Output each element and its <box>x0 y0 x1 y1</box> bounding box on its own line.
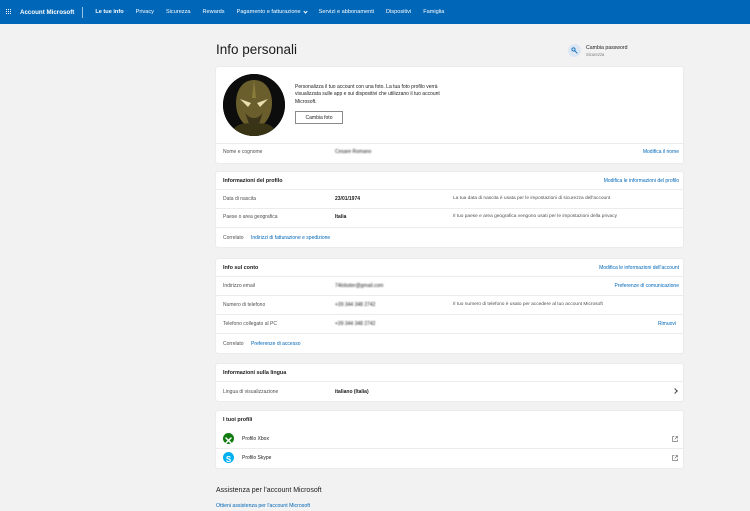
nav-famiglia[interactable]: Famiglia <box>417 9 450 15</box>
phone-label: Numero di telefono <box>223 302 266 308</box>
nav-sicurezza[interactable]: Sicurezza <box>160 9 197 15</box>
country-value: Italia <box>335 214 347 220</box>
avatar <box>223 74 285 136</box>
account-info-heading: Info sul conto <box>223 265 259 271</box>
display-language-label: Lingua di visualizzazione <box>223 389 279 395</box>
country-desc: Il tuo paese e area geografica vengono u… <box>453 214 617 219</box>
app-launcher-icon[interactable] <box>0 0 18 24</box>
name-label: Nome e cognome <box>223 149 263 155</box>
divider <box>216 314 683 315</box>
page-title: Info personali <box>216 42 298 57</box>
phone-value: +39 344 348 2742 <box>335 302 376 308</box>
profile-photo-intro: Personalizza il tuo account con una foto… <box>295 84 440 105</box>
change-password-sub: Sicurezza <box>586 51 605 57</box>
xbox-profile-row[interactable]: Profilo Xbox <box>216 429 683 448</box>
divider <box>216 227 683 228</box>
sign-in-preferences-link[interactable]: Preferenze di accesso <box>251 341 300 347</box>
language-heading: Informazioni sulla lingua <box>223 370 287 376</box>
divider <box>216 189 683 190</box>
change-password-link[interactable]: Cambia password Sicurezza <box>568 44 628 57</box>
xbox-profile-label: Profilo Xbox <box>242 436 269 442</box>
nav-dispositivi[interactable]: Dispositivi <box>380 9 417 15</box>
birth-date-label: Data di nascita <box>223 196 257 202</box>
skype-icon: S <box>223 452 234 464</box>
name-value: Cesare Romano <box>335 149 372 155</box>
email-label: Indirizzo email <box>223 283 255 289</box>
change-photo-button[interactable]: Cambia foto <box>295 111 343 124</box>
skype-profile-label: Profilo Skype <box>242 455 272 461</box>
email-value: 74lobster@gmail.com <box>335 283 384 289</box>
pc-phone-value: +39 344 348 2742 <box>335 321 376 327</box>
nav-pagamento[interactable]: Pagamento e fatturazione <box>231 8 313 15</box>
profile-card: Personalizza il tuo account con una foto… <box>216 67 683 163</box>
language-card: Informazioni sulla lingua Lingua di visu… <box>216 364 683 401</box>
chevron-down-icon <box>303 8 308 14</box>
nav-servizi[interactable]: Servizi e abbonamenti <box>313 9 380 15</box>
edit-profile-info-link[interactable]: Modifica le informazioni del profilo <box>604 178 679 184</box>
change-password-label: Cambia password <box>586 44 628 51</box>
brand-title[interactable]: Account Microsoft <box>18 9 82 16</box>
related-label: Correlato <box>223 341 244 347</box>
nav-le-tue-info[interactable]: Le tue info <box>89 9 129 15</box>
display-language-value: italiano (Italia) <box>335 389 369 395</box>
nav-pagamento-label: Pagamento e fatturazione <box>236 9 301 15</box>
xbox-icon <box>223 433 234 444</box>
divider <box>216 333 683 334</box>
nav-rewards[interactable]: Rewards <box>197 9 231 15</box>
skype-profile-row[interactable]: S Profilo Skype <box>216 449 683 468</box>
external-link-icon <box>672 436 678 442</box>
edit-account-info-link[interactable]: Modifica le informazioni dell'account <box>599 265 679 271</box>
chevron-right-icon <box>672 388 678 394</box>
nav-privacy[interactable]: Privacy <box>130 9 160 15</box>
divider <box>216 143 683 144</box>
divider <box>216 208 683 209</box>
divider <box>216 276 683 277</box>
nav-divider <box>82 6 84 18</box>
support-link[interactable]: Ottieni assistenza per l'account Microso… <box>216 503 310 509</box>
pc-phone-label: Telefono collegato al PC <box>223 321 277 327</box>
related-label: Correlato <box>223 235 244 241</box>
birth-date-value: 23/01/1974 <box>335 196 361 202</box>
support-heading: Assistenza per l'account Microsoft <box>216 487 322 494</box>
divider <box>216 295 683 296</box>
remove-link[interactable]: Rimuovi <box>658 321 676 327</box>
account-info-card: Info sul conto Modifica le informazioni … <box>216 259 683 353</box>
billing-addresses-link[interactable]: Indirizzi di fatturazione e spedizione <box>251 235 330 241</box>
birth-date-desc: La tua data di nascita è usata per le im… <box>453 196 611 201</box>
top-navigation-bar: Account Microsoft Le tue info Privacy Si… <box>0 0 750 24</box>
profile-info-card: Informazioni del profilo Modifica le inf… <box>216 172 683 247</box>
profiles-heading: I tuoi profili <box>223 417 253 423</box>
profiles-card: I tuoi profili Profilo Xbox S Profilo Sk… <box>216 411 683 468</box>
display-language-row[interactable]: Lingua di visualizzazione italiano (Ital… <box>216 382 683 401</box>
edit-name-link[interactable]: Modifica il nome <box>643 149 679 155</box>
key-icon <box>568 44 581 57</box>
profile-info-heading: Informazioni del profilo <box>223 178 283 184</box>
country-label: Paese o area geografica <box>223 214 278 220</box>
svg-text:S: S <box>226 455 232 464</box>
communication-preferences-link[interactable]: Preferenze di comunicazione <box>615 283 679 289</box>
phone-desc: Il tuo numero di telefono è usato per ac… <box>453 302 603 307</box>
external-link-icon <box>672 455 678 461</box>
